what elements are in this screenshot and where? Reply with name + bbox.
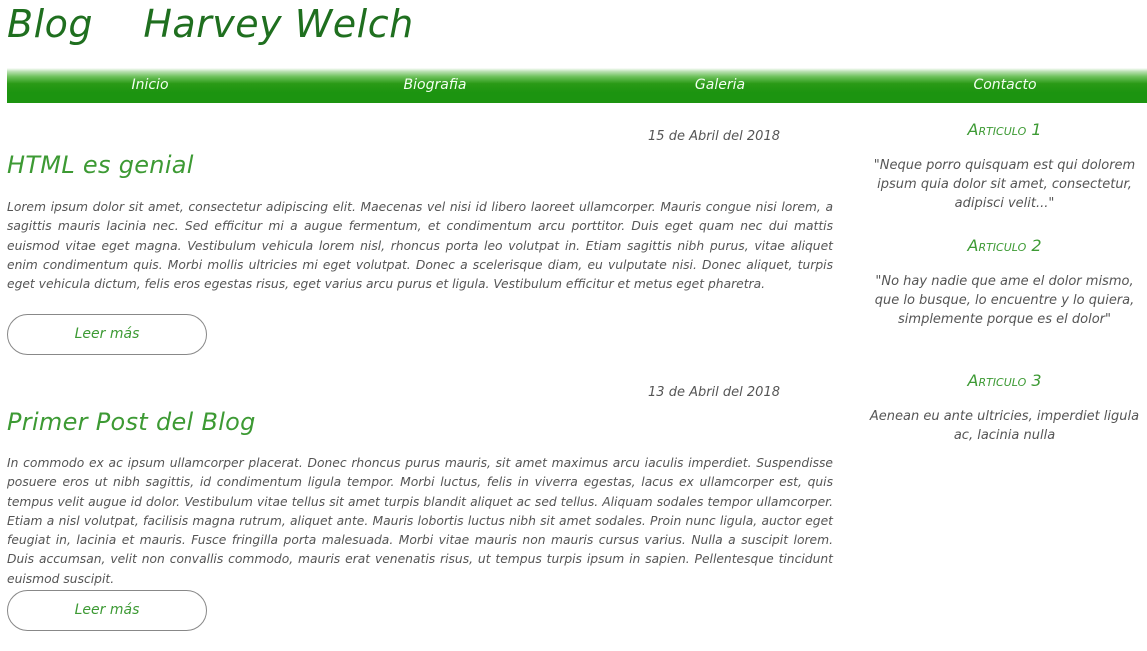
read-more-button[interactable]: Leer más [7,314,207,355]
sidebar-article-heading[interactable]: Articulo 3 [862,371,1147,390]
sidebar-article-heading[interactable]: Articulo 1 [862,120,1147,139]
sidebar-article-quote: Aenean eu ante ultricies, imperdiet ligu… [869,409,1140,443]
main-navbar: Inicio Biografia Galeria Contacto [7,68,1147,103]
post-date: 15 de Abril del 2018 [648,129,780,144]
sidebar-article-quote: "No hay nadie que ame el dolor mismo, qu… [874,274,1135,327]
post-body: In commodo ex ac ipsum ullamcorper place… [7,456,833,586]
post-title: HTML es genial [7,151,194,179]
nav-item-inicio[interactable]: Inicio [50,77,250,93]
page: Blog Harvey Welch Inicio Biografia Galer… [0,0,1147,651]
sidebar-article-heading[interactable]: Articulo 2 [862,236,1147,255]
nav-item-biografia[interactable]: Biografia [335,77,535,93]
site-title: Blog Harvey Welch [7,2,414,46]
nav-item-contacto[interactable]: Contacto [905,77,1105,93]
post-date: 13 de Abril del 2018 [648,385,780,400]
post-title: Primer Post del Blog [7,408,256,436]
nav-item-galeria[interactable]: Galeria [620,77,820,93]
read-more-button[interactable]: Leer más [7,590,207,631]
sidebar-article-quote: "Neque porro quisquam est qui dolorem ip… [873,158,1136,211]
post-body: Lorem ipsum dolor sit amet, consectetur … [7,200,833,292]
